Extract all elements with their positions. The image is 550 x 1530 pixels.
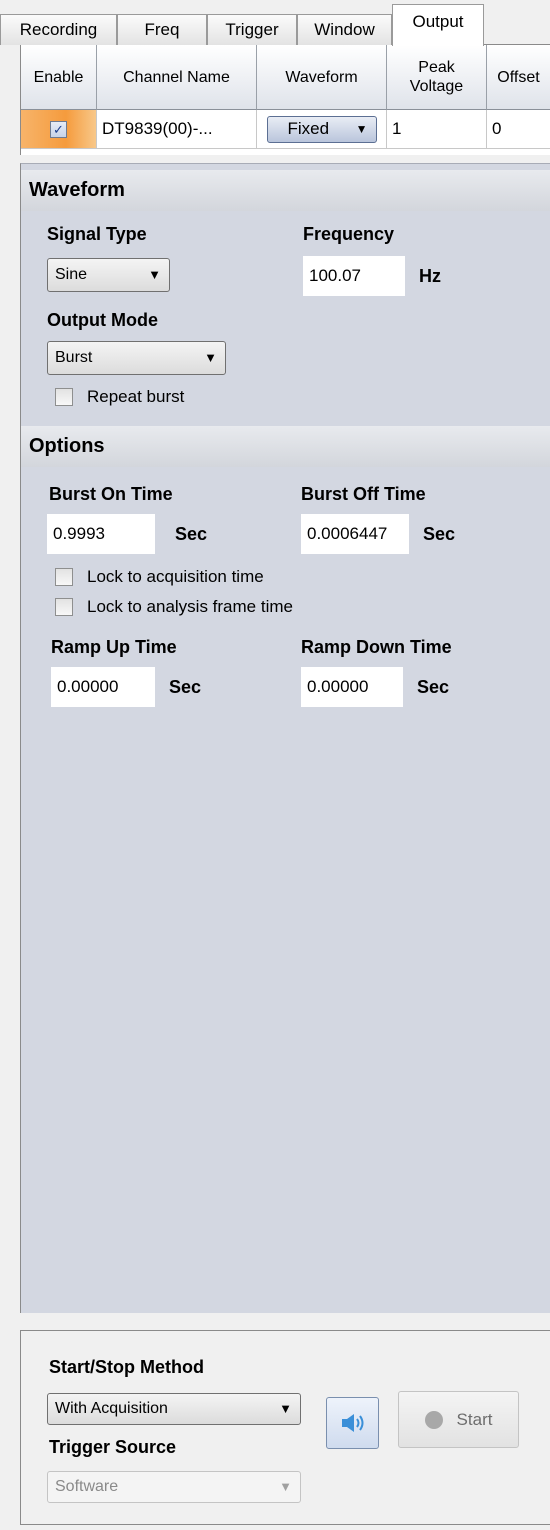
acquisition-controls: Start/Stop Method With Acquisition ▼ Sta… [20, 1330, 550, 1525]
offset-cell[interactable]: 0 [487, 110, 550, 149]
waveform-cell[interactable]: Fixed ▼ [257, 110, 387, 149]
ramp-down-time-input[interactable]: 0.00000 [301, 667, 403, 707]
signal-type-dropdown[interactable]: Sine ▼ [47, 258, 170, 292]
checkbox-box[interactable] [55, 388, 73, 406]
column-header-offset[interactable]: Offset [487, 45, 550, 110]
tab-window[interactable]: Window [297, 14, 392, 45]
tab-output[interactable]: Output [392, 4, 484, 46]
enable-cell[interactable]: ✓ [21, 110, 97, 149]
column-header-channel-name[interactable]: Channel Name [97, 45, 257, 110]
start-button-label: Start [456, 1409, 493, 1429]
column-header-peak-voltage[interactable]: Peak Voltage [387, 45, 487, 110]
checkbox-box[interactable] [55, 568, 73, 586]
burst-off-time-input[interactable]: 0.0006447 [301, 514, 409, 554]
chevron-down-icon: ▼ [204, 350, 217, 365]
trigger-source-label: Trigger Source [49, 1437, 177, 1457]
signal-type-value: Sine [55, 266, 88, 283]
start-stop-method-value: With Acquisition [55, 1400, 168, 1417]
tab-trigger[interactable]: Trigger [207, 14, 297, 45]
tab-strip: Recording Freq Trigger Window Output [0, 0, 550, 46]
ramp-down-time-label: Ramp Down Time [301, 637, 452, 657]
tab-freq[interactable]: Freq [117, 14, 207, 45]
frequency-label: Frequency [303, 224, 395, 244]
lock-acquisition-checkbox[interactable]: Lock to acquisition time [55, 567, 264, 587]
ramp-up-time-label: Ramp Up Time [51, 637, 177, 657]
output-mode-dropdown[interactable]: Burst ▼ [47, 341, 226, 375]
tab-recording[interactable]: Recording [0, 14, 117, 45]
chevron-down-icon: ▼ [355, 122, 368, 136]
burst-on-unit: Sec [175, 524, 208, 544]
lock-frame-checkbox[interactable]: Lock to analysis frame time [55, 597, 293, 617]
frequency-input[interactable]: 100.07 [303, 256, 405, 296]
chevron-down-icon: ▼ [148, 267, 161, 282]
checkbox-box[interactable] [55, 598, 73, 616]
chevron-down-icon: ▼ [279, 1401, 292, 1416]
column-header-waveform[interactable]: Waveform [257, 45, 387, 110]
start-button[interactable]: Start [398, 1391, 519, 1448]
peak-voltage-cell[interactable]: 1 [387, 110, 487, 149]
waveform-dropdown[interactable]: Fixed ▼ [266, 115, 377, 143]
signal-type-label: Signal Type [47, 224, 147, 244]
property-panel: Waveform Signal Type Sine ▼ Frequency 10… [20, 163, 550, 1313]
record-dot-icon [424, 1410, 443, 1429]
chevron-down-icon: ▼ [279, 1479, 292, 1494]
output-mode-label: Output Mode [47, 310, 158, 330]
lock-frame-label: Lock to analysis frame time [87, 597, 293, 616]
column-header-enable[interactable]: Enable [21, 45, 97, 110]
burst-on-time-label: Burst On Time [49, 484, 173, 504]
start-stop-method-dropdown[interactable]: With Acquisition ▼ [47, 1393, 301, 1425]
options-section-header[interactable]: Options [21, 426, 550, 467]
trigger-source-dropdown[interactable]: Software ▼ [47, 1471, 301, 1503]
ramp-up-unit: Sec [169, 677, 202, 697]
repeat-burst-checkbox[interactable]: Repeat burst [55, 387, 184, 407]
waveform-value: Fixed [287, 119, 330, 138]
trigger-source-value: Software [55, 1478, 119, 1495]
enable-checkbox[interactable]: ✓ [50, 120, 67, 138]
ramp-up-time-input[interactable]: 0.00000 [51, 667, 155, 707]
channel-name-cell[interactable]: DT9839(00)-... [97, 110, 257, 149]
speaker-icon [341, 1414, 363, 1432]
burst-on-time-input[interactable]: 0.9993 [47, 514, 155, 554]
burst-off-unit: Sec [423, 524, 456, 544]
burst-off-time-label: Burst Off Time [301, 484, 426, 504]
output-mode-value: Burst [55, 349, 93, 366]
ramp-down-unit: Sec [417, 677, 450, 697]
start-stop-method-label: Start/Stop Method [49, 1357, 204, 1377]
waveform-section-header[interactable]: Waveform [21, 170, 550, 211]
channel-grid: Enable Channel Name Waveform Peak Voltag… [20, 45, 550, 155]
repeat-burst-label: Repeat burst [87, 387, 185, 406]
lock-acquisition-label: Lock to acquisition time [87, 567, 264, 586]
frequency-unit: Hz [419, 266, 441, 286]
speaker-button[interactable] [326, 1397, 379, 1449]
